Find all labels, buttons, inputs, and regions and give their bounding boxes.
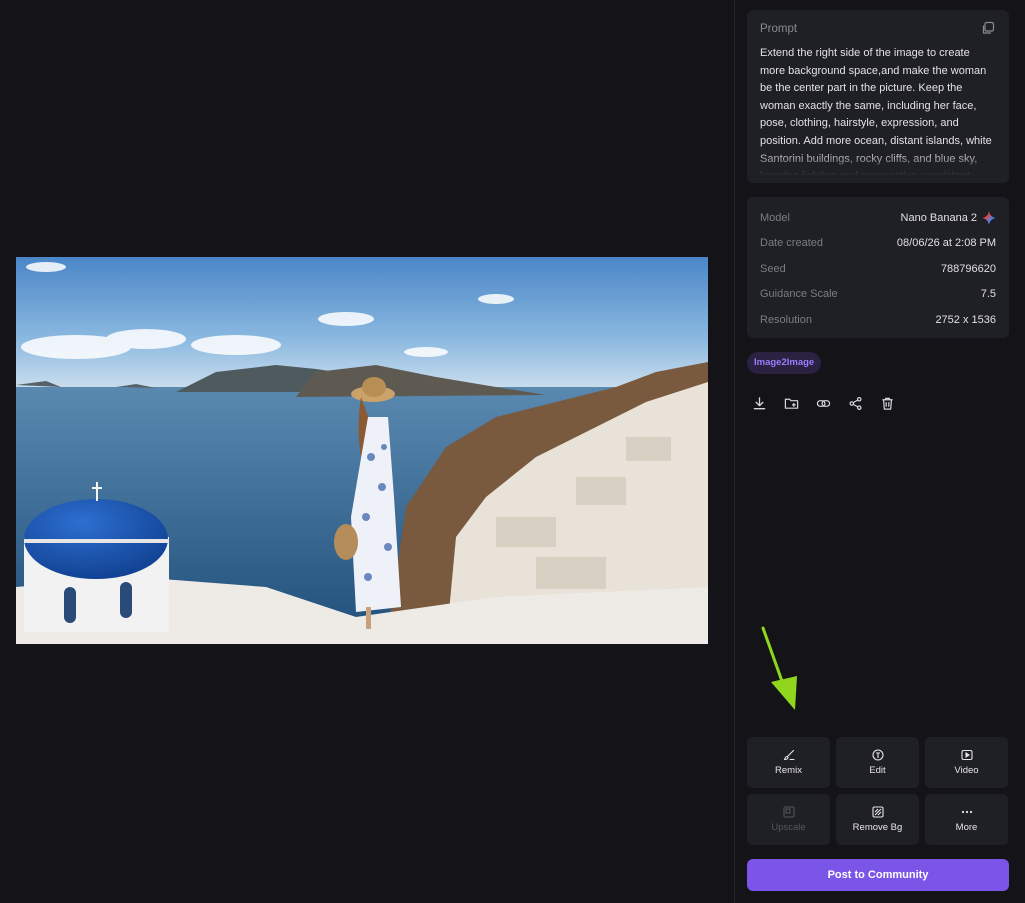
download-icon bbox=[753, 396, 765, 409]
seed-value: 788796620 bbox=[940, 262, 996, 275]
upscale-label: Upscale bbox=[771, 822, 806, 833]
prompt-text: Extend the right side of the image to cr… bbox=[760, 47, 992, 176]
prompt-label: Prompt bbox=[760, 23, 798, 35]
remove-bg-button[interactable]: Remove Bg bbox=[836, 794, 919, 845]
meta-row-guidance: Guidance Scale 7.5 bbox=[760, 282, 996, 308]
copy-link-button[interactable] bbox=[814, 394, 832, 412]
upscale-button[interactable]: Upscale bbox=[747, 794, 830, 845]
annotation-arrow bbox=[761, 626, 797, 710]
meta-row-resolution: Resolution 2752 x 1536 bbox=[760, 307, 996, 333]
panel-divider bbox=[734, 0, 735, 903]
delete-button[interactable] bbox=[878, 394, 896, 412]
meta-row-date: Date created 08/06/26 at 2:08 PM bbox=[760, 231, 996, 257]
tools-grid: Remix Edit Video Upscale Remove Bg More bbox=[747, 737, 1009, 845]
copy-icon[interactable] bbox=[981, 21, 995, 35]
video-button[interactable]: Video bbox=[925, 737, 1008, 788]
canvas-area bbox=[0, 0, 734, 903]
video-label: Video bbox=[954, 765, 979, 776]
date-value: 08/06/26 at 2:08 PM bbox=[896, 237, 996, 250]
details-panel: Prompt Extend the right side of the imag… bbox=[747, 10, 1009, 410]
remix-button[interactable]: Remix bbox=[747, 737, 830, 788]
guidance-value: 7.5 bbox=[980, 288, 996, 301]
model-value-wrap: Nano Banana 2 bbox=[900, 210, 996, 225]
edit-button[interactable]: Edit bbox=[836, 737, 919, 788]
meta-row-model: Model Nano Banana 2 bbox=[760, 205, 996, 231]
prompt-card: Prompt Extend the right side of the imag… bbox=[747, 10, 1009, 183]
add-to-folder-button[interactable] bbox=[782, 394, 800, 412]
more-label: More bbox=[955, 822, 978, 833]
date-label: Date created bbox=[760, 237, 823, 250]
remove-bg-icon bbox=[871, 806, 884, 818]
download-button[interactable] bbox=[750, 394, 768, 412]
image-actions bbox=[750, 394, 896, 412]
share-button[interactable] bbox=[846, 394, 864, 412]
remix-label: Remix bbox=[775, 765, 802, 776]
model-value: Nano Banana 2 bbox=[900, 211, 977, 224]
video-icon bbox=[960, 749, 973, 761]
model-label: Model bbox=[760, 211, 790, 224]
upscale-icon bbox=[782, 806, 795, 818]
resolution-label: Resolution bbox=[760, 313, 812, 326]
resolution-value: 2752 x 1536 bbox=[935, 313, 996, 326]
more-button[interactable]: More bbox=[925, 794, 1008, 845]
share-icon bbox=[848, 396, 862, 410]
seed-label: Seed bbox=[760, 262, 786, 275]
edit-label: Edit bbox=[869, 765, 886, 776]
meta-row-seed: Seed 788796620 bbox=[760, 256, 996, 282]
brush-icon bbox=[783, 749, 795, 761]
remove-bg-label: Remove Bg bbox=[852, 822, 903, 833]
metadata-card: Model Nano Banana 2 Date created 08/06/2… bbox=[747, 197, 1009, 338]
guidance-label: Guidance Scale bbox=[760, 288, 838, 301]
edit-icon bbox=[871, 749, 884, 761]
gemini-icon bbox=[982, 210, 996, 225]
link-icon bbox=[816, 399, 830, 407]
image2image-tag[interactable]: Image2Image bbox=[747, 352, 822, 374]
more-icon bbox=[961, 810, 972, 814]
post-to-community-button[interactable]: Post to Community bbox=[747, 859, 1009, 891]
folder-add-icon bbox=[784, 398, 798, 409]
generated-image[interactable] bbox=[16, 257, 708, 644]
trash-icon bbox=[881, 397, 893, 410]
